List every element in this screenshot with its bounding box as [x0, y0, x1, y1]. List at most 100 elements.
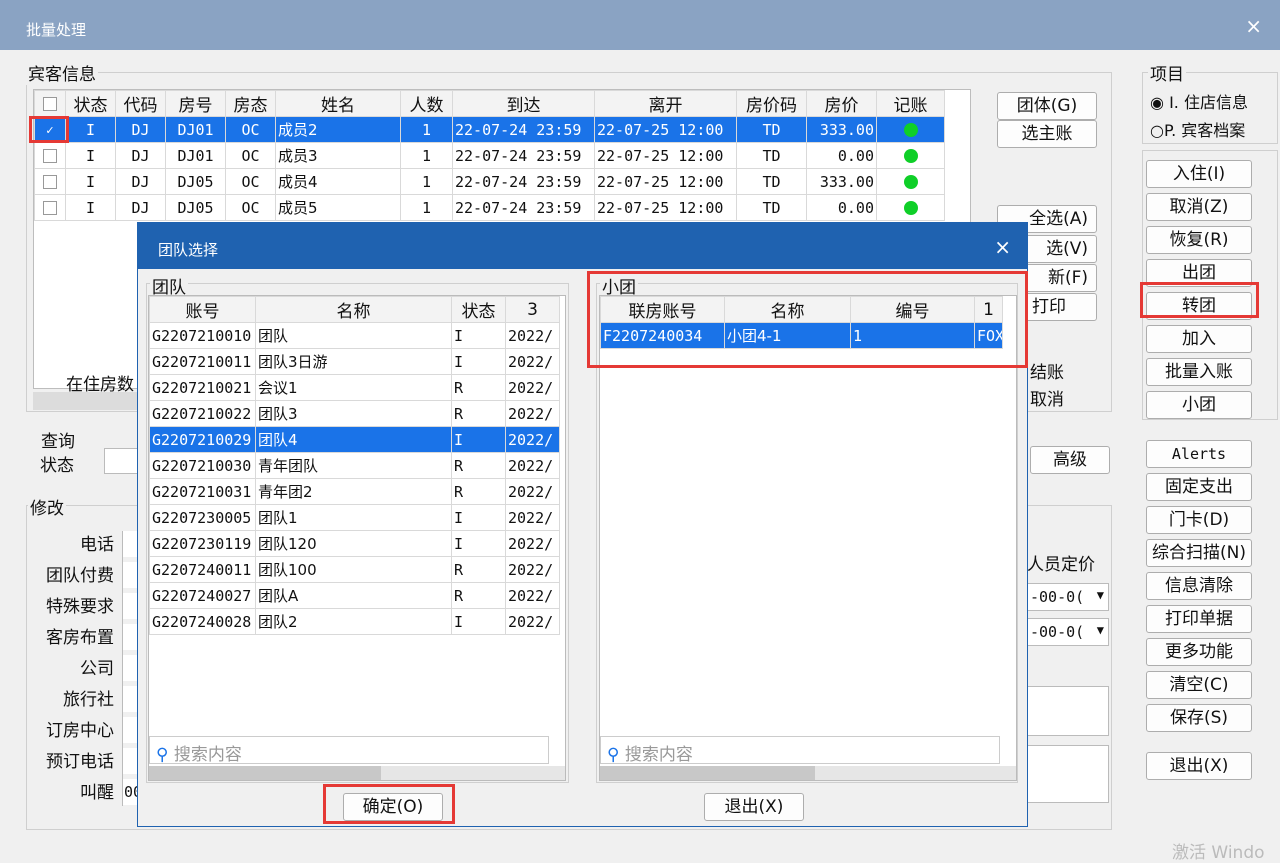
scrollbar-thumb[interactable]	[149, 766, 381, 780]
window-title: 批量处理	[0, 0, 1280, 50]
table-row[interactable]: G2207210021 会议1 R 2022/	[149, 374, 560, 401]
search-icon: ⚲	[607, 745, 620, 765]
col-header[interactable]: 代码	[115, 90, 166, 117]
team-search-input[interactable]: ⚲ 搜索内容	[149, 736, 549, 765]
cell: 22-07-24 23:59	[452, 194, 595, 221]
cell: R	[451, 556, 506, 583]
restore-button[interactable]: 恢复(R)	[1146, 226, 1252, 254]
alerts-button[interactable]: Alerts	[1146, 440, 1252, 468]
table-row[interactable]: G2207240011 团队100 R 2022/	[149, 556, 560, 583]
cancel-option[interactable]: 取消	[1030, 385, 1064, 410]
table-row[interactable]: G2207210029 团队4 I 2022/	[149, 426, 560, 453]
advanced-button[interactable]: 高级	[1030, 446, 1110, 474]
col-header[interactable]: 状态	[451, 296, 506, 323]
cell: 2022/	[505, 608, 560, 635]
print-receipt-button[interactable]: 打印单据	[1146, 605, 1252, 633]
chevron-down-icon: ▼	[1096, 623, 1104, 637]
table-row[interactable]: G2207230119 团队120 I 2022/	[149, 530, 560, 557]
checkin-button[interactable]: 入住(I)	[1146, 160, 1252, 188]
cell: 团队3日游	[255, 348, 452, 375]
cell: 2022/	[505, 400, 560, 427]
search-placeholder: 搜索内容	[173, 745, 242, 765]
col-header[interactable]: 房价码	[736, 90, 807, 117]
exit-button[interactable]: 退出(X)	[1146, 752, 1252, 780]
cell: G2207230119	[149, 530, 256, 557]
col-header[interactable]: 账号	[149, 296, 256, 323]
cell: 333.00	[806, 116, 877, 143]
door-card-button[interactable]: 门卡(D)	[1146, 506, 1252, 534]
select-main-account-button[interactable]: 选主账	[997, 120, 1097, 148]
table-row[interactable]: G2207240027 团队A R 2022/	[149, 582, 560, 609]
scan-button[interactable]: 综合扫描(N)	[1146, 539, 1252, 567]
cell: 成员5	[275, 194, 401, 221]
select-all-checkbox[interactable]	[34, 90, 66, 117]
h-scrollbar[interactable]	[149, 766, 565, 780]
memo-field-2[interactable]	[1027, 745, 1109, 803]
table-row[interactable]: G2207210022 团队3 R 2022/	[149, 400, 560, 427]
col-header[interactable]: 记账	[876, 90, 945, 117]
subgroup-button[interactable]: 小团	[1146, 391, 1252, 419]
col-header[interactable]: 到达	[452, 90, 595, 117]
date-select-2[interactable]: -00-0(▼	[1027, 618, 1109, 646]
table-row[interactable]: G2207210011 团队3日游 I 2022/	[149, 348, 560, 375]
table-row[interactable]: I DJ DJ05 OC 成员4 1 22-07-24 23:59 22-07-…	[34, 168, 945, 195]
scrollbar-thumb[interactable]	[600, 766, 815, 780]
table-row[interactable]: I DJ DJ01 OC 成员3 1 22-07-24 23:59 22-07-…	[34, 142, 945, 169]
cell: 团队1	[255, 504, 452, 531]
close-icon[interactable]: ×	[994, 235, 1011, 259]
cell: 22-07-24 23:59	[452, 116, 595, 143]
table-row[interactable]: ✓ I DJ DJ01 OC 成员2 1 22-07-24 23:59 22-0…	[34, 116, 945, 143]
radio-label: P. 宾客档案	[1163, 121, 1246, 140]
close-icon[interactable]: ×	[1245, 14, 1262, 38]
date-select-1[interactable]: -00-0(▼	[1027, 583, 1109, 611]
join-button[interactable]: 加入	[1146, 325, 1252, 353]
cell: G2207210030	[149, 452, 256, 479]
field-label: 预订电话	[46, 752, 114, 772]
table-row[interactable]: G2207240028 团队2 I 2022/	[149, 608, 560, 635]
more-functions-button[interactable]: 更多功能	[1146, 638, 1252, 666]
status-dot-icon	[903, 175, 918, 189]
cell: 青年团2	[255, 478, 452, 505]
table-row[interactable]: G2207210010 团队 I 2022/	[149, 322, 560, 349]
cell: 333.00	[806, 168, 877, 195]
radio-checked-icon: ◉	[1150, 93, 1164, 112]
clear-button[interactable]: 清空(C)	[1146, 671, 1252, 699]
col-header[interactable]: 状态	[65, 90, 116, 117]
highlight-box	[29, 116, 69, 143]
cell: 青年团队	[255, 452, 452, 479]
settle-option[interactable]: 结账	[1030, 358, 1064, 383]
h-scrollbar[interactable]	[600, 766, 1016, 780]
cell: DJ05	[165, 168, 226, 195]
group-button[interactable]: 团体(G)	[997, 92, 1097, 120]
table-row[interactable]: I DJ DJ05 OC 成员5 1 22-07-24 23:59 22-07-…	[34, 194, 945, 221]
col-header[interactable]: 姓名	[275, 90, 401, 117]
cell: 2022/	[505, 504, 560, 531]
table-row[interactable]: G2207230005 团队1 I 2022/	[149, 504, 560, 531]
col-header[interactable]: 房价	[806, 90, 877, 117]
col-header[interactable]: 人数	[400, 90, 453, 117]
h-scrollbar[interactable]	[33, 392, 143, 410]
radio-stay-info[interactable]: ◉ I. 住店信息	[1150, 89, 1248, 113]
subgroup-search-input[interactable]: ⚲ 搜索内容	[600, 736, 1000, 765]
table-row[interactable]: G2207210031 青年团2 R 2022/	[149, 478, 560, 505]
batch-post-button[interactable]: 批量入账	[1146, 358, 1252, 386]
col-header[interactable]: 3	[505, 296, 560, 323]
col-header[interactable]: 离开	[594, 90, 737, 117]
cancel-button[interactable]: 取消(Z)	[1146, 193, 1252, 221]
col-header[interactable]: 房号	[165, 90, 226, 117]
row-checkbox[interactable]	[43, 201, 57, 215]
cell: G2207210029	[149, 426, 256, 453]
save-button[interactable]: 保存(S)	[1146, 704, 1252, 732]
radio-guest-profile[interactable]: ○P. 宾客档案	[1150, 117, 1245, 141]
clear-info-button[interactable]: 信息清除	[1146, 572, 1252, 600]
dialog-exit-button[interactable]: 退出(X)	[704, 793, 804, 821]
row-checkbox[interactable]	[43, 149, 57, 163]
table-row[interactable]: G2207210030 青年团队 R 2022/	[149, 452, 560, 479]
row-checkbox[interactable]	[43, 175, 57, 189]
fixed-expense-button[interactable]: 固定支出	[1146, 473, 1252, 501]
col-header[interactable]: 房态	[225, 90, 276, 117]
cell: 1	[400, 116, 453, 143]
memo-field[interactable]	[1027, 686, 1109, 736]
col-header[interactable]: 名称	[255, 296, 452, 323]
cell: 22-07-25 12:00	[594, 194, 737, 221]
